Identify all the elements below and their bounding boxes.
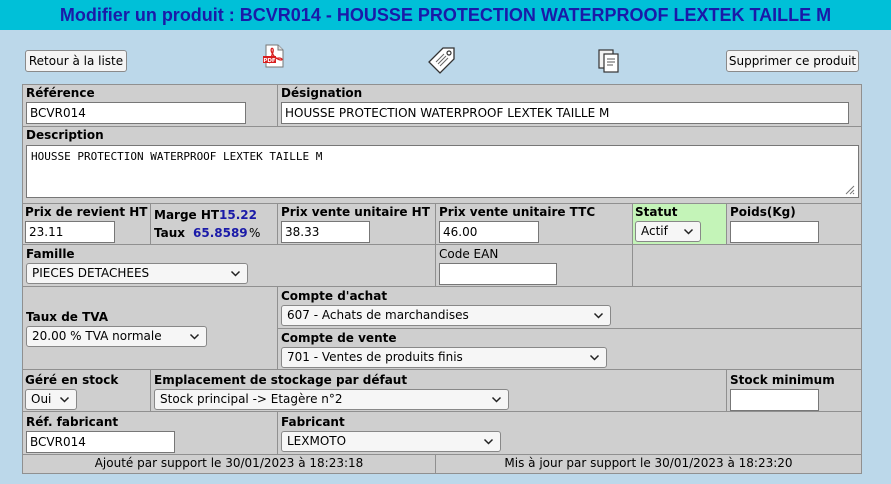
purchase-account-label: Compte d'achat bbox=[281, 289, 388, 303]
stock-location-cell: Emplacement de stockage par défaut Stock… bbox=[150, 369, 727, 412]
reference-cell: Référence BCVR014 bbox=[22, 84, 278, 127]
status-select-value: Actif bbox=[641, 224, 668, 238]
svg-text:PDF: PDF bbox=[263, 58, 276, 64]
description-label: Description bbox=[26, 128, 104, 142]
weight-label: Poids(Kg) bbox=[730, 205, 796, 219]
family-select-value: PIECES DETACHEES bbox=[32, 266, 150, 280]
margin-value: 15.22 bbox=[219, 208, 257, 222]
purchase-account-select[interactable]: 607 - Achats de marchandises bbox=[281, 305, 611, 326]
designation-input[interactable]: HOUSSE PROTECTION WATERPROOF LEXTEK TAIL… bbox=[281, 102, 849, 124]
rate-unit: % bbox=[249, 226, 261, 240]
designation-cell: Désignation HOUSSE PROTECTION WATERPROOF… bbox=[277, 84, 862, 127]
cost-price-label: Prix de revient HT bbox=[25, 205, 148, 219]
ean-label: Code EAN bbox=[439, 247, 499, 261]
description-cell: Description HOUSSE PROTECTION WATERPROOF… bbox=[22, 126, 862, 204]
stock-managed-label: Géré en stock bbox=[25, 373, 119, 387]
pdf-icon[interactable]: PDF bbox=[261, 43, 287, 69]
delete-product-button[interactable]: Supprimer ce produit bbox=[726, 50, 859, 72]
page-title: Modifier un produit : BCVR014 - HOUSSE P… bbox=[0, 0, 891, 30]
status-cell: Statut Actif bbox=[632, 203, 727, 245]
resize-grip-icon[interactable] bbox=[843, 183, 855, 195]
designation-label: Désignation bbox=[281, 86, 363, 100]
sales-account-cell: Compte de vente 701 - Ventes de produits… bbox=[277, 328, 862, 370]
stock-min-label: Stock minimum bbox=[730, 373, 835, 387]
reference-input[interactable]: BCVR014 bbox=[26, 102, 246, 124]
rate-value: 65.8589 bbox=[193, 226, 248, 240]
stock-min-cell: Stock minimum bbox=[726, 369, 862, 412]
manufacturer-ref-label: Réf. fabricant bbox=[26, 415, 119, 429]
unit-price-ht-cell: Prix vente unitaire HT 38.33 bbox=[277, 203, 436, 245]
chevron-down-icon bbox=[483, 438, 494, 445]
tva-cell: Taux de TVA 20.00 % TVA normale bbox=[22, 286, 278, 370]
purchase-account-select-value: 607 - Achats de marchandises bbox=[287, 308, 469, 322]
stock-managed-cell: Géré en stock Oui bbox=[22, 369, 151, 412]
manufacturer-ref-input[interactable]: BCVR014 bbox=[26, 431, 175, 453]
chevron-down-icon bbox=[230, 270, 241, 277]
stock-managed-select-value: Oui bbox=[31, 392, 52, 406]
purchase-account-cell: Compte d'achat 607 - Achats de marchandi… bbox=[277, 286, 862, 329]
family-select[interactable]: PIECES DETACHEES bbox=[26, 263, 248, 284]
manufacturer-select-value: LEXMOTO bbox=[287, 434, 347, 448]
manufacturer-ref-cell: Réf. fabricant BCVR014 bbox=[22, 411, 278, 455]
stock-location-label: Emplacement de stockage par défaut bbox=[154, 373, 408, 387]
weight-input[interactable] bbox=[730, 221, 819, 243]
weight-cell: Poids(Kg) bbox=[726, 203, 862, 245]
family-cell: Famille PIECES DETACHEES bbox=[22, 244, 436, 287]
price-tag-icon[interactable] bbox=[427, 45, 457, 75]
manufacturer-select[interactable]: LEXMOTO bbox=[281, 431, 501, 452]
margin-label: Marge HT bbox=[154, 208, 220, 222]
description-textarea[interactable]: HOUSSE PROTECTION WATERPROOF LEXTEK TAIL… bbox=[26, 145, 859, 198]
chevron-down-icon bbox=[683, 228, 694, 235]
chevron-down-icon bbox=[589, 354, 600, 361]
reference-label: Référence bbox=[26, 86, 95, 100]
stock-min-input[interactable] bbox=[730, 389, 819, 411]
family-label: Famille bbox=[26, 247, 75, 261]
chevron-down-icon bbox=[491, 396, 502, 403]
unit-price-ttc-label: Prix vente unitaire TTC bbox=[439, 205, 596, 219]
unit-price-ht-label: Prix vente unitaire HT bbox=[281, 205, 430, 219]
cost-price-input[interactable]: 23.11 bbox=[25, 221, 115, 243]
unit-price-ttc-cell: Prix vente unitaire TTC 46.00 bbox=[435, 203, 633, 245]
cost-price-cell: Prix de revient HT 23.11 bbox=[22, 203, 151, 245]
unit-price-ttc-input[interactable]: 46.00 bbox=[439, 221, 539, 243]
chevron-down-icon bbox=[189, 333, 200, 340]
duplicate-icon[interactable] bbox=[597, 48, 621, 74]
margin-cell: Marge HT 15.22 Taux 65.8589 % bbox=[150, 203, 278, 245]
sales-account-select[interactable]: 701 - Ventes de produits finis bbox=[281, 347, 607, 368]
chevron-down-icon bbox=[59, 396, 70, 403]
stock-managed-select[interactable]: Oui bbox=[25, 389, 77, 410]
sales-account-label: Compte de vente bbox=[281, 331, 397, 345]
empty-cell bbox=[632, 244, 862, 287]
manufacturer-label: Fabricant bbox=[281, 415, 345, 429]
created-info: Ajouté par support le 30/01/2023 à 18:23… bbox=[22, 454, 436, 474]
tva-label: Taux de TVA bbox=[26, 310, 109, 324]
status-label: Statut bbox=[635, 205, 678, 219]
stock-location-select[interactable]: Stock principal -> Etagère n°2 bbox=[154, 389, 509, 410]
stock-location-select-value: Stock principal -> Etagère n°2 bbox=[160, 392, 343, 406]
manufacturer-cell: Fabricant LEXMOTO bbox=[277, 411, 862, 455]
ean-cell: Code EAN bbox=[435, 244, 633, 287]
chevron-down-icon bbox=[593, 312, 604, 319]
sales-account-select-value: 701 - Ventes de produits finis bbox=[287, 350, 463, 364]
unit-price-ht-input[interactable]: 38.33 bbox=[281, 221, 370, 243]
status-select[interactable]: Actif bbox=[635, 221, 701, 242]
back-to-list-button[interactable]: Retour à la liste bbox=[25, 50, 127, 72]
updated-info: Mis à jour par support le 30/01/2023 à 1… bbox=[435, 454, 862, 474]
rate-label: Taux bbox=[154, 226, 186, 240]
tva-select-value: 20.00 % TVA normale bbox=[32, 329, 162, 343]
tva-select[interactable]: 20.00 % TVA normale bbox=[26, 326, 207, 347]
ean-input[interactable] bbox=[439, 263, 557, 285]
